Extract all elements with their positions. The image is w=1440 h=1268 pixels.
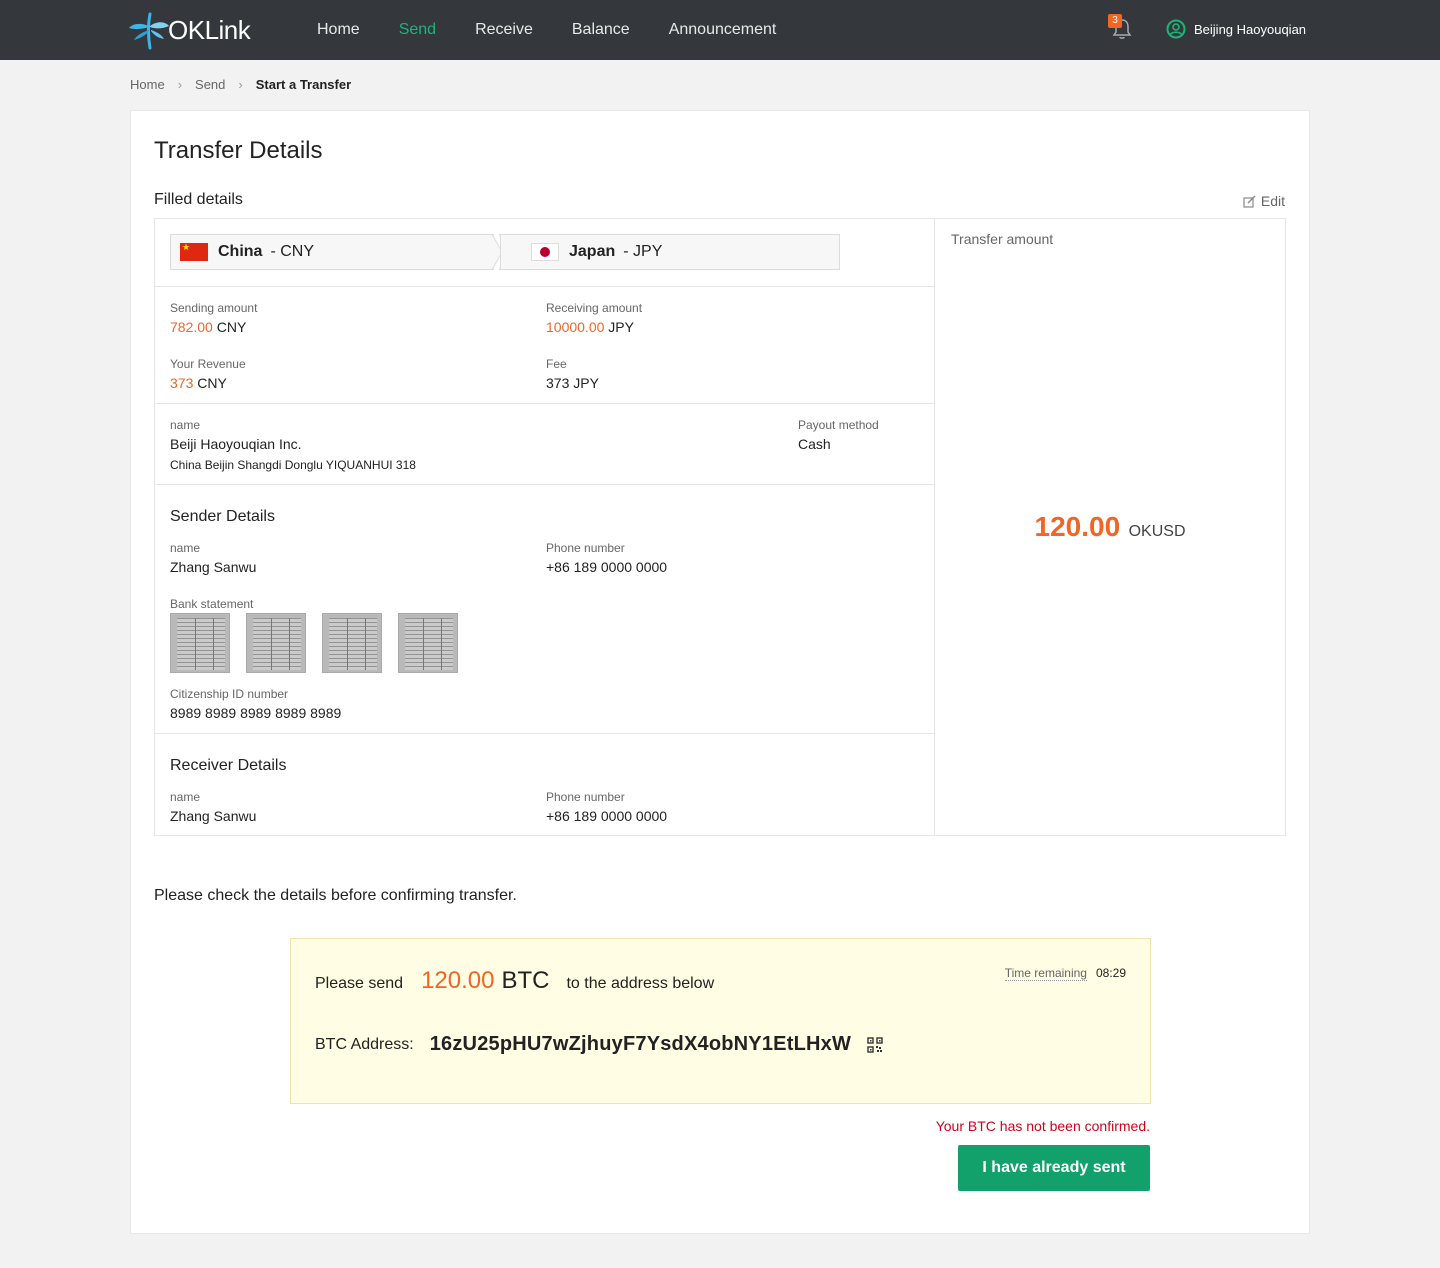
revenue-currency: CNY [197,375,227,391]
time-remaining-label[interactable]: Time remaining [1004,966,1087,981]
breadcrumb: Home › Send › Start a Transfer [130,77,351,92]
receiver-name-label: name [170,790,201,804]
transfer-amount-label: Transfer amount [951,231,1054,247]
bank-statement-thumbnails [170,613,470,673]
user-menu[interactable]: Beijing Haoyouqian [1166,19,1306,39]
sending-amount-value: 782.00 [170,319,213,335]
china-flag-icon [180,242,208,261]
to-country: Japan [569,243,616,260]
filled-details-panel: China - CNY Japan - JPY Sending amount 7… [154,218,1286,836]
check-details-notice: Please check the details before confirmi… [154,887,517,904]
send-instruction: Please send 120.00 BTC to the address be… [315,967,714,995]
to-currency: - JPY [623,243,663,260]
revenue-value: 373 [170,375,194,391]
japan-flag-icon [531,243,559,261]
page-title: Transfer Details [154,137,323,164]
notification-badge: 3 [1108,14,1122,28]
revenue: 373 CNY [170,375,227,391]
payout-method-value: Cash [798,436,831,452]
edit-button[interactable]: Edit [1243,193,1285,209]
payee-name-label: name [170,418,201,432]
bank-statement-thumbnail[interactable] [322,613,382,673]
from-country: China [218,243,263,260]
sending-amount: 782.00 CNY [170,319,246,335]
nav-receive[interactable]: Receive [475,21,533,39]
from-currency: - CNY [270,243,315,260]
bank-statement-thumbnail[interactable] [170,613,230,673]
payee-name: Beiji Haoyouqian Inc. [170,436,302,452]
breadcrumb-send[interactable]: Send [195,77,225,92]
receiving-amount: 10000.00 JPY [546,319,634,335]
citizenship-id-label: Citizenship ID number [170,687,289,701]
edit-label: Edit [1260,193,1285,209]
notifications-button[interactable]: 3 [1108,14,1134,42]
receiver-section: Receiver Details name Zhang Sanwu Phone … [155,733,935,835]
transfer-card: Transfer Details Filled details Edit Chi… [130,110,1310,1234]
sender-details-title: Sender Details [170,508,275,525]
citizenship-id-value: 8989 8989 8989 8989 8989 [170,705,342,721]
nav-balance[interactable]: Balance [572,21,630,39]
edit-icon [1243,195,1256,208]
chevron-right-icon: › [177,77,183,92]
payout-method-label: Payout method [798,418,879,432]
send-suffix: to the address below [566,975,715,992]
transfer-amount-unit: OKUSD [1128,523,1186,540]
user-name: Beijing Haoyouqian [1194,21,1307,37]
route-from: China - CNY [170,234,494,270]
receiver-phone: +86 189 0000 0000 [546,808,668,824]
already-sent-button[interactable]: I have already sent [958,1145,1150,1191]
top-navbar: OKLink Home Send Receive Balance Announc… [0,0,1440,60]
bank-statement-label: Bank statement [170,597,254,611]
oklink-logo[interactable]: OKLink [128,10,251,50]
btc-address-row: BTC Address: 16zU25pHU7wZjhuyF7YsdX4obNY… [315,1033,883,1056]
receiver-details-title: Receiver Details [170,757,287,774]
user-avatar-icon [1166,19,1186,39]
amounts-section: Sending amount 782.00 CNY Receiving amou… [155,286,935,403]
sender-phone: +86 189 0000 0000 [546,559,668,575]
fee-value: 373 JPY [546,375,599,391]
nav-announcement[interactable]: Announcement [669,21,777,39]
revenue-label: Your Revenue [170,357,246,371]
btc-status-message: Your BTC has not been confirmed. [935,1118,1150,1134]
bank-statement-thumbnail[interactable] [246,613,306,673]
payee-section: name Beiji Haoyouqian Inc. China Beijin … [155,403,935,485]
route-to: Japan - JPY [500,234,840,270]
transfer-amount-value: 120.00 [1034,511,1121,542]
nav-send[interactable]: Send [399,21,436,39]
send-amount: 120.00 [421,967,495,994]
filled-details-title: Filled details [154,191,243,208]
transfer-amount: 120.00 OKUSD [935,511,1285,543]
payee-address: China Beijin Shangdi Donglu YIQUANHUI 31… [170,458,416,472]
send-prefix: Please send [315,975,404,992]
sending-amount-label: Sending amount [170,301,258,315]
details-left-column: China - CNY Japan - JPY Sending amount 7… [155,219,935,835]
time-remaining-value: 08:29 [1095,966,1126,980]
logo-text: OKLink [168,14,251,45]
bank-statement-thumbnail[interactable] [398,613,458,673]
receiver-phone-label: Phone number [546,790,625,804]
btc-address-value[interactable]: 16zU25pHU7wZjhuyF7YsdX4obNY1EtLHxW [430,1033,851,1056]
receiver-name: Zhang Sanwu [170,808,257,824]
receiving-amount-currency: JPY [608,319,634,335]
breadcrumb-home[interactable]: Home [130,77,165,92]
fee-label: Fee [546,357,567,371]
nav-home[interactable]: Home [317,21,360,39]
qr-code-icon[interactable] [867,1036,883,1053]
time-remaining: Time remaining 08:29 [1004,966,1126,981]
send-currency: BTC [501,967,550,994]
sender-name-label: name [170,541,201,555]
receiving-amount-value: 10000.00 [546,319,605,335]
payment-instructions-box: Please send 120.00 BTC to the address be… [290,938,1151,1104]
main-nav: Home Send Receive Balance Announcement [317,0,815,60]
transfer-amount-panel: Transfer amount 120.00 OKUSD [935,219,1285,835]
receiving-amount-label: Receiving amount [546,301,643,315]
sender-name: Zhang Sanwu [170,559,257,575]
breadcrumb-current: Start a Transfer [255,77,352,92]
chevron-right-icon: › [238,77,243,92]
sender-section: Sender Details name Zhang Sanwu Phone nu… [155,484,935,734]
btc-address-label: BTC Address: [315,1035,414,1053]
sender-phone-label: Phone number [546,541,625,555]
sending-amount-currency: CNY [216,319,247,335]
dragonfly-logo-icon [129,12,169,50]
